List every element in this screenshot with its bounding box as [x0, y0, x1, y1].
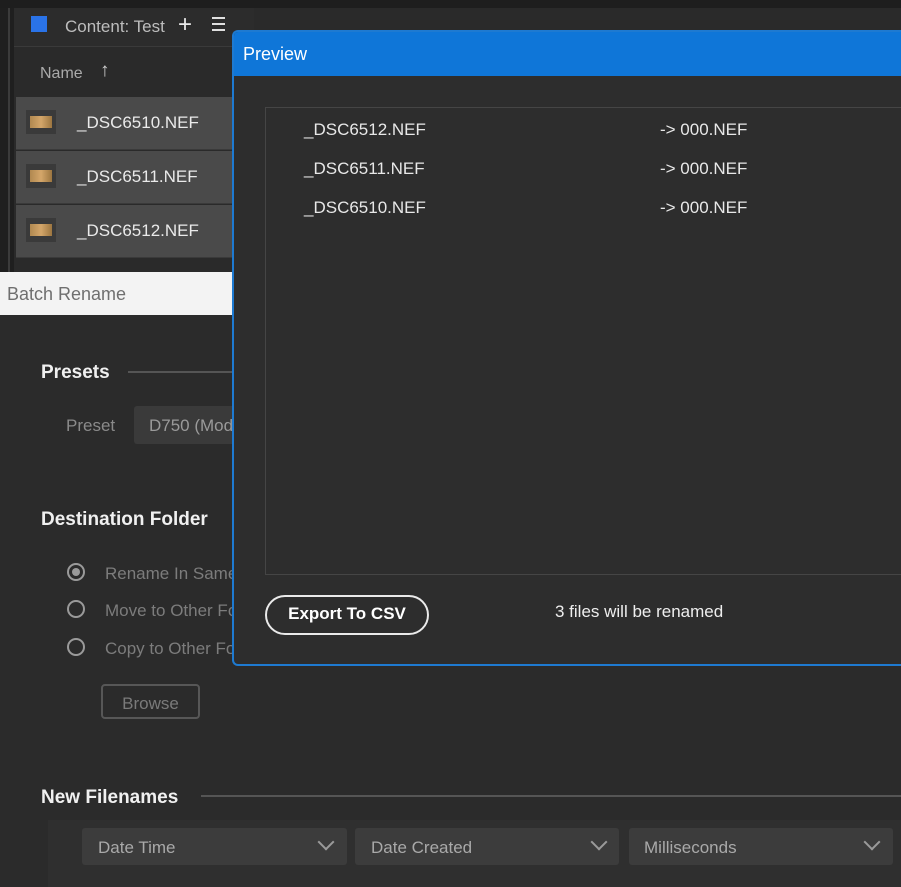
new-filenames-divider: [201, 795, 901, 797]
sort-ascending-icon[interactable]: ↑: [100, 60, 110, 82]
date-source-value: Date Created: [371, 838, 473, 857]
destination-folder-heading: Destination Folder: [41, 509, 208, 530]
preview-titlebar: [234, 32, 901, 76]
move-to-other-radio[interactable]: [67, 600, 85, 618]
presets-heading: Presets: [41, 362, 110, 383]
rename-in-same-radio[interactable]: [67, 563, 85, 581]
top-bar: [0, 0, 901, 8]
copy-to-other-radio[interactable]: [67, 638, 85, 656]
file-name: _DSC6510.NEF: [77, 113, 199, 132]
panel-square-icon: [31, 16, 47, 32]
move-to-other-label: Move to Other Fo: [105, 601, 238, 620]
file-row[interactable]: _DSC6510.NEF: [16, 97, 256, 150]
copy-to-other-label: Copy to Other Fo: [105, 639, 236, 658]
file-name: _DSC6512.NEF: [77, 221, 199, 240]
preview-new-name: -> 000.NEF: [660, 120, 748, 139]
hamburger-menu-icon[interactable]: [212, 17, 225, 31]
browse-button-label: Browse: [122, 694, 179, 713]
preset-dropdown-value: D750 (Mod: [149, 416, 234, 435]
add-tab-icon[interactable]: +: [178, 12, 192, 38]
preview-new-name: -> 000.NEF: [660, 198, 748, 217]
column-header-name[interactable]: Name: [40, 65, 83, 83]
file-row[interactable]: _DSC6511.NEF: [16, 151, 256, 204]
export-to-csv-label: Export To CSV: [288, 604, 406, 623]
image-thumbnail-icon: [26, 110, 56, 134]
rename-count-status: 3 files will be renamed: [555, 602, 724, 621]
file-name: _DSC6511.NEF: [77, 167, 198, 186]
filename-token-value: Date Time: [98, 838, 176, 857]
batch-rename-title: Batch Rename: [7, 284, 127, 304]
date-format-value: Milliseconds: [644, 838, 737, 857]
presets-divider: [128, 371, 234, 373]
preview-old-name: _DSC6512.NEF: [304, 120, 426, 139]
image-thumbnail-icon: [26, 218, 56, 242]
file-row[interactable]: _DSC6512.NEF: [16, 205, 256, 258]
rename-in-same-label: Rename In Same: [105, 564, 238, 583]
panel-edge: [0, 8, 14, 272]
preset-label: Preset: [66, 416, 116, 435]
new-filenames-heading: New Filenames: [41, 787, 179, 808]
preview-title: Preview: [243, 44, 308, 64]
image-thumbnail-icon: [26, 164, 56, 188]
preview-new-name: -> 000.NEF: [660, 159, 748, 178]
preview-old-name: _DSC6511.NEF: [304, 159, 425, 178]
content-panel-title[interactable]: Content: Test: [65, 17, 165, 37]
preview-old-name: _DSC6510.NEF: [304, 198, 426, 217]
